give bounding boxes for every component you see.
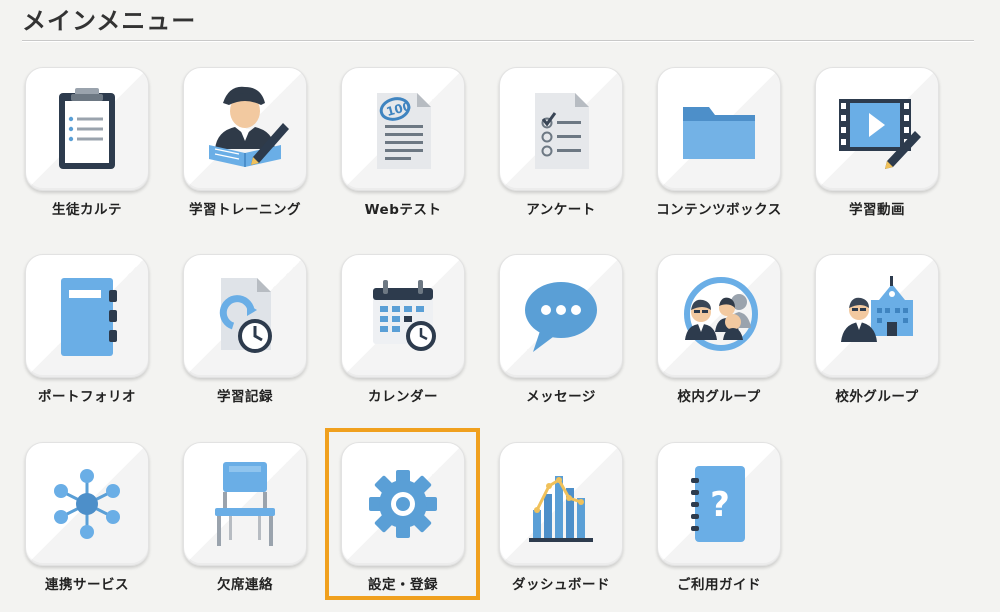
menu-tile-out-school-group[interactable]: 校外グループ bbox=[813, 254, 971, 424]
tile-button[interactable] bbox=[815, 254, 939, 378]
tile-label: カレンダー bbox=[368, 389, 438, 405]
tile-button[interactable]: ? bbox=[657, 442, 781, 566]
menu-tile-linked-service[interactable]: 連携サービス bbox=[23, 442, 181, 612]
menu-tile-student-karte[interactable]: 生徒カルテ bbox=[23, 67, 181, 237]
gear-icon bbox=[369, 470, 437, 538]
tile-label: アンケート bbox=[526, 202, 596, 218]
folder-icon bbox=[683, 107, 755, 159]
tile-label: 学習動画 bbox=[849, 202, 905, 218]
tile-label: 生徒カルテ bbox=[52, 202, 122, 218]
test-paper-icon: 100 bbox=[377, 93, 431, 169]
tile-button[interactable] bbox=[499, 442, 623, 566]
menu-tile-contents-box[interactable]: コンテンツボックス bbox=[655, 67, 813, 237]
tile-button[interactable] bbox=[657, 254, 781, 378]
tile-button[interactable] bbox=[25, 442, 149, 566]
tile-label: 校内グループ bbox=[677, 389, 761, 405]
tile-button[interactable] bbox=[25, 67, 149, 191]
clipboard-icon bbox=[59, 88, 115, 169]
menu-tile-calendar[interactable]: カレンダー bbox=[339, 254, 497, 424]
checklist-icon bbox=[535, 93, 589, 169]
document-clock-icon bbox=[219, 278, 272, 353]
tile-label: 学習記録 bbox=[217, 389, 273, 405]
svg-text:?: ? bbox=[710, 485, 730, 525]
calendar-icon bbox=[373, 280, 436, 351]
tile-label: 校外グループ bbox=[835, 389, 919, 405]
chair-icon bbox=[215, 462, 275, 546]
network-icon bbox=[54, 469, 120, 539]
tile-button[interactable] bbox=[183, 442, 307, 566]
tile-label: ご利用ガイド bbox=[677, 577, 761, 593]
bar-chart-icon bbox=[529, 476, 593, 542]
menu-tile-learning-training[interactable]: 学習トレーニング bbox=[181, 67, 339, 237]
tile-label: Webテスト bbox=[364, 202, 442, 218]
menu-tile-message[interactable]: メッセージ bbox=[497, 254, 655, 424]
menu-tile-in-school-group[interactable]: 校内グループ bbox=[655, 254, 813, 424]
title-divider bbox=[22, 40, 974, 42]
tile-label: ポートフォリオ bbox=[38, 389, 136, 405]
group-people-icon bbox=[684, 277, 758, 351]
tile-button[interactable] bbox=[499, 67, 623, 191]
tile-button[interactable] bbox=[657, 67, 781, 191]
tile-button[interactable] bbox=[341, 254, 465, 378]
tile-label: ダッシュボード bbox=[512, 577, 610, 593]
student-writing-icon bbox=[209, 86, 289, 167]
menu-tile-learning-video[interactable]: 学習動画 bbox=[813, 67, 971, 237]
tile-button[interactable] bbox=[499, 254, 623, 378]
menu-tile-survey[interactable]: アンケート bbox=[497, 67, 655, 237]
tile-label: 学習トレーニング bbox=[189, 202, 301, 218]
tile-button[interactable]: 100 bbox=[341, 67, 465, 191]
menu-tile-dashboard[interactable]: ダッシュボード bbox=[497, 442, 655, 612]
binder-icon bbox=[61, 278, 117, 356]
tile-label: 欠席連絡 bbox=[217, 577, 273, 593]
menu-tile-settings-registration[interactable]: 設定・登録 bbox=[339, 442, 497, 612]
video-pencil-icon bbox=[839, 99, 921, 169]
help-book-icon: ? bbox=[691, 466, 745, 542]
tile-label: 連携サービス bbox=[45, 577, 129, 593]
tile-button[interactable] bbox=[183, 254, 307, 378]
menu-tile-learning-record[interactable]: 学習記録 bbox=[181, 254, 339, 424]
tile-button[interactable] bbox=[183, 67, 307, 191]
tile-label: コンテンツボックス bbox=[656, 202, 782, 218]
school-people-icon bbox=[841, 276, 913, 342]
tile-label: メッセージ bbox=[526, 389, 596, 405]
tile-button[interactable] bbox=[25, 254, 149, 378]
menu-tile-user-guide[interactable]: ? ご利用ガイド bbox=[655, 442, 813, 612]
menu-tile-web-test[interactable]: 100 Webテスト bbox=[339, 67, 497, 237]
tile-button[interactable] bbox=[341, 442, 465, 566]
menu-tile-absence-contact[interactable]: 欠席連絡 bbox=[181, 442, 339, 612]
menu-tile-portfolio[interactable]: ポートフォリオ bbox=[23, 254, 181, 424]
tile-button[interactable] bbox=[815, 67, 939, 191]
page-title: メインメニュー bbox=[22, 7, 197, 35]
tile-label: 設定・登録 bbox=[368, 577, 438, 593]
speech-bubble-icon bbox=[525, 282, 597, 352]
